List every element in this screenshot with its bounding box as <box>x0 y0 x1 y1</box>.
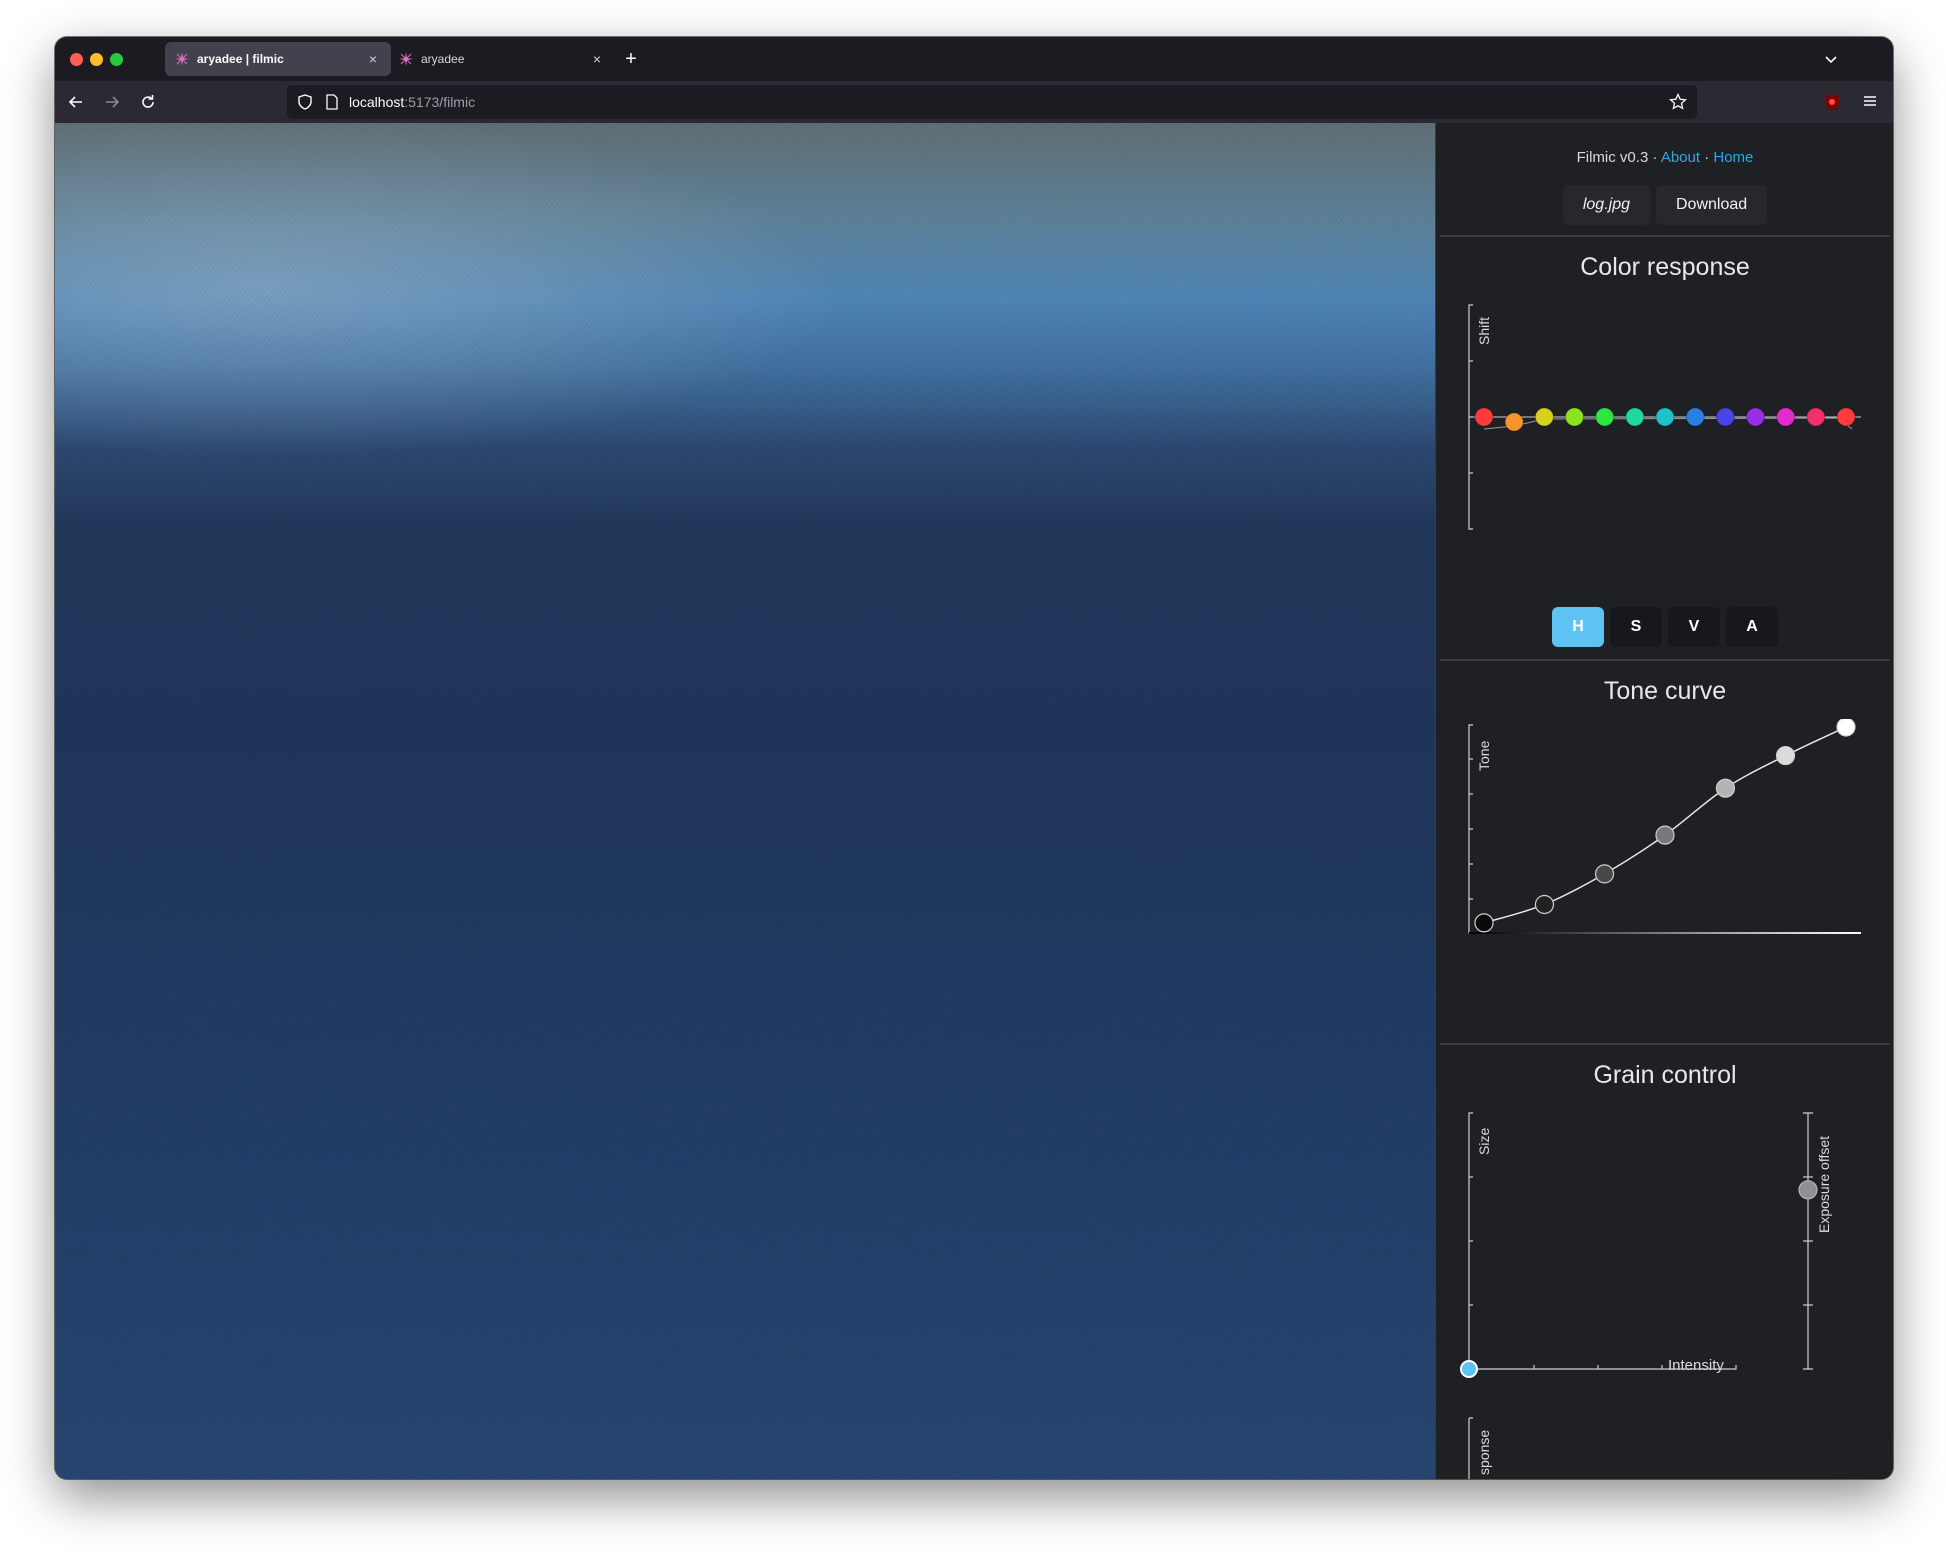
file-buttons: log.jpg Download <box>1436 185 1893 225</box>
zoom-window-button[interactable] <box>110 53 123 66</box>
photo-preview <box>55 123 1435 1479</box>
tab-title: aryadee | filmic <box>197 52 284 66</box>
hue-control-point <box>1474 407 1494 427</box>
color-response-title: Color response <box>1580 253 1750 281</box>
bookmark-star-icon[interactable] <box>1669 92 1687 116</box>
exposure-slider-handle <box>1798 1180 1818 1200</box>
hue-control-point <box>1685 407 1705 427</box>
separator: · <box>1652 149 1658 166</box>
about-link[interactable]: About <box>1661 149 1700 166</box>
section-divider <box>1440 1043 1890 1045</box>
size-axis-label: Size <box>1476 1127 1492 1155</box>
url-host: localhost <box>349 94 405 110</box>
ublock-extension-icon[interactable] <box>1823 93 1841 116</box>
back-arrow-icon[interactable] <box>62 88 90 116</box>
tone-control-point <box>1655 825 1675 845</box>
mode-button-h[interactable]: H <box>1552 607 1604 647</box>
sparkle-favicon-icon <box>399 52 413 66</box>
hue-control-point <box>1565 407 1584 427</box>
download-button[interactable]: Download <box>1656 185 1768 225</box>
reload-icon[interactable] <box>134 88 162 116</box>
url-path: :5173/filmic <box>404 94 476 110</box>
close-window-button[interactable] <box>70 53 83 66</box>
tone-curve-title: Tone curve <box>1603 677 1727 705</box>
page-content: Filmic v0.3 · About · Home log.jpg Downl… <box>55 123 1893 1479</box>
tab-close-icon[interactable]: × <box>585 47 609 71</box>
tab-list-chevron-icon[interactable] <box>1821 49 1841 69</box>
tone-control-point <box>1715 778 1736 798</box>
tone-control-point <box>1594 864 1615 884</box>
tab-aryadee[interactable]: aryadee × <box>389 42 615 76</box>
hue-control-point <box>1715 407 1735 427</box>
address-bar[interactable]: localhost:5173/filmic <box>287 85 1697 119</box>
hue-control-point <box>1806 407 1826 427</box>
hue-control-point <box>1534 407 1554 427</box>
intensity-axis-label: Intensity <box>1668 1357 1724 1374</box>
sparkle-favicon-icon <box>175 52 189 66</box>
hue-control-point <box>1836 407 1856 427</box>
hue-control-point <box>1504 412 1524 432</box>
title-bar: aryadee | filmic × aryadee × + <box>55 37 1893 81</box>
app-version: Filmic v0.3 <box>1576 149 1649 166</box>
mode-button-s[interactable]: S <box>1610 607 1662 647</box>
size-intensity-axes <box>1468 1112 1737 1370</box>
forward-arrow-icon[interactable] <box>98 88 126 116</box>
tone-control-point <box>1534 894 1555 915</box>
panel-header: Filmic v0.3 · About · Home <box>1436 149 1893 166</box>
separator: · <box>1704 149 1710 166</box>
tab-close-icon[interactable]: × <box>361 47 385 71</box>
tab-filmic[interactable]: aryadee | filmic × <box>165 42 391 76</box>
tone-control-point <box>1775 745 1796 766</box>
tab-title: aryadee <box>421 52 465 66</box>
tone-control-point <box>1474 913 1494 933</box>
grain-control-title: Grain control <box>1593 1061 1737 1089</box>
home-link[interactable]: Home <box>1713 149 1753 166</box>
hue-control-point <box>1776 407 1796 427</box>
mode-button-v[interactable]: V <box>1668 607 1720 647</box>
exposure-offset-label: Exposure offset <box>1816 1135 1832 1233</box>
browser-window: aryadee | filmic × aryadee × + localhost… <box>55 37 1893 1479</box>
tone-control-point <box>1836 719 1856 737</box>
hue-control-point <box>1595 407 1615 427</box>
mode-button-a[interactable]: A <box>1726 607 1778 647</box>
hsva-mode-selector: H S V A <box>1436 607 1893 647</box>
tone-curve-graph[interactable] <box>1436 719 1893 989</box>
grain-control-point <box>1460 1360 1478 1378</box>
hue-control-point <box>1746 407 1765 427</box>
navigation-toolbar: localhost:5173/filmic <box>55 81 1893 123</box>
filmic-control-panel: Filmic v0.3 · About · Home log.jpg Downl… <box>1435 123 1893 1479</box>
response-axis-label: sponse <box>1476 1429 1492 1475</box>
shift-axis-label: Shift <box>1476 316 1492 345</box>
section-divider <box>1440 659 1890 661</box>
minimize-window-button[interactable] <box>90 53 103 66</box>
hue-control-point <box>1655 407 1675 427</box>
tone-gradient-bar <box>1469 932 1861 934</box>
hue-control-point <box>1625 407 1645 427</box>
file-upload-button[interactable]: log.jpg <box>1562 185 1650 225</box>
color-response-graph[interactable] <box>1436 299 1893 589</box>
photo-grain <box>55 123 1435 1479</box>
new-tab-button[interactable]: + <box>619 47 643 71</box>
shield-icon[interactable] <box>297 94 313 115</box>
hamburger-menu-icon[interactable] <box>1861 92 1879 115</box>
section-divider <box>1440 235 1890 237</box>
page-icon[interactable] <box>325 94 339 115</box>
url-text[interactable]: localhost:5173/filmic <box>349 94 475 110</box>
tone-axis-label: Tone <box>1476 740 1492 771</box>
